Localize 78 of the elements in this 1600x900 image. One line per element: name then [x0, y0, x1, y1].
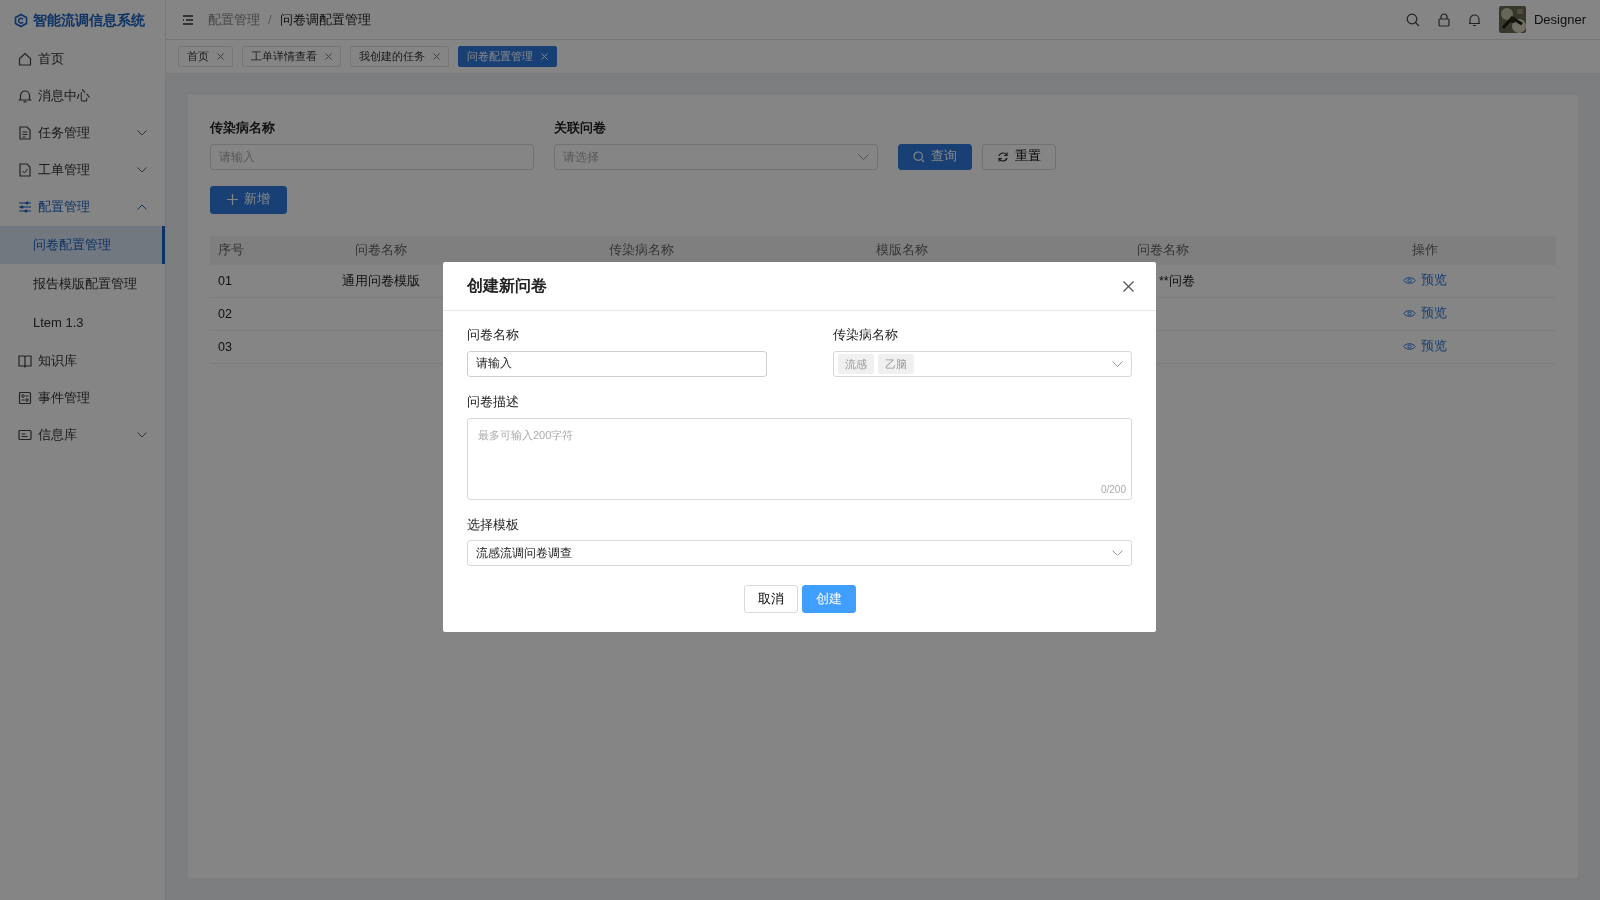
tag: 乙脑 — [877, 353, 914, 374]
column-header: 问卷名称 — [251, 235, 511, 265]
sidebar-item[interactable]: 首页 — [0, 41, 165, 77]
close-icon — [541, 53, 548, 60]
refresh-icon — [997, 150, 1009, 163]
chevron-down-icon — [858, 153, 869, 160]
input-field[interactable]: 请输入 — [467, 350, 767, 377]
sidebar-item[interactable]: 工单管理 — [0, 152, 165, 188]
query-button[interactable]: 查询 — [898, 143, 972, 170]
document-check-icon — [18, 163, 32, 177]
user-name[interactable]: Designer — [1533, 9, 1586, 30]
eye-icon — [1402, 309, 1416, 319]
menu-icon[interactable] — [182, 14, 194, 25]
create-button[interactable]: 创建 — [801, 585, 856, 614]
bell-icon[interactable] — [1467, 12, 1481, 27]
column-header: 序号 — [210, 235, 251, 265]
table-cell: 通用问卷模版 — [342, 273, 420, 288]
logo-icon — [14, 12, 28, 28]
field-label: 传染病名称 — [832, 327, 899, 344]
sidebar-item[interactable]: 任务管理 — [0, 115, 165, 151]
tab[interactable]: 首页 — [178, 46, 233, 67]
add-button[interactable]: 新增 — [210, 185, 287, 214]
cancel-button[interactable]: 取消 — [743, 585, 798, 614]
id-card-icon — [18, 428, 32, 442]
column-header: 传染病名称 — [511, 235, 771, 265]
preview-link[interactable]: 预览 — [1402, 337, 1447, 357]
dialog-title: 创建新问卷 — [467, 276, 547, 296]
reset-button[interactable]: 重置 — [982, 143, 1056, 170]
sidebar-item[interactable]: 消息中心 — [0, 78, 165, 114]
app-title: 智能流调信息系统 — [33, 10, 145, 30]
home-icon — [18, 52, 32, 66]
chevron-down-icon — [1112, 360, 1123, 367]
sidebar-item[interactable]: Ltem 1.3 — [0, 304, 165, 342]
breadcrumb-separator: / — [268, 10, 272, 29]
preview-link[interactable]: 预览 — [1402, 271, 1447, 290]
field-label: 问卷名称 — [467, 327, 520, 344]
sidebar-item[interactable]: 配置管理 — [0, 189, 165, 225]
search-icon[interactable] — [1405, 12, 1420, 27]
sidebar-item[interactable]: 问卷配置管理 — [0, 226, 165, 264]
select-field[interactable]: 流感流调问卷调查 — [467, 540, 1132, 567]
sidebar-item[interactable]: 信息库 — [0, 417, 165, 453]
breadcrumb-item[interactable]: 配置管理 — [208, 9, 260, 30]
field-label: 传染病名称 — [210, 120, 276, 137]
close-icon — [325, 53, 332, 60]
tab[interactable]: 我创建的任务 — [350, 46, 449, 67]
eye-icon — [1402, 276, 1416, 286]
breadcrumb-item: 问卷调配置管理 — [279, 10, 371, 29]
tag: 流感 — [837, 353, 874, 374]
table-cell: **问卷 — [1159, 273, 1195, 288]
char-counter: 0/200 — [1100, 482, 1126, 497]
column-header: 操作 — [1293, 235, 1556, 265]
chevron-down-icon — [1112, 550, 1123, 557]
close-icon — [433, 53, 440, 60]
preview-link[interactable]: 预览 — [1402, 304, 1447, 324]
column-header: 模版名称 — [771, 235, 1033, 265]
close-icon — [217, 53, 224, 60]
close-icon[interactable] — [1123, 280, 1134, 292]
sliders-icon — [18, 200, 32, 214]
table-cell: 03 — [218, 339, 232, 354]
field-label: 选择模板 — [467, 516, 520, 534]
table-cell: 01 — [218, 273, 232, 288]
tab[interactable]: 工单详情查看 — [242, 46, 341, 67]
bell-icon — [18, 89, 32, 103]
column-header: 问卷名称 — [1033, 235, 1293, 265]
document-icon — [18, 126, 32, 140]
sidebar-item[interactable]: 事件管理 — [0, 380, 165, 416]
field-label: 问卷描述 — [467, 393, 520, 411]
search-icon — [913, 150, 925, 163]
sidebar-item[interactable]: 报告模版配置管理 — [0, 265, 165, 303]
book-icon — [18, 354, 32, 368]
table-cell: 02 — [218, 306, 232, 321]
sidebar-item[interactable]: 知识库 — [0, 343, 165, 379]
field-label: 关联问卷 — [554, 120, 607, 137]
lock-icon[interactable] — [1437, 12, 1450, 27]
eye-icon — [1402, 342, 1416, 352]
plus-icon — [227, 194, 238, 206]
tab[interactable]: 问卷配置管理 — [458, 46, 557, 67]
select-field[interactable]: 流感 乙脑 — [832, 350, 1132, 377]
